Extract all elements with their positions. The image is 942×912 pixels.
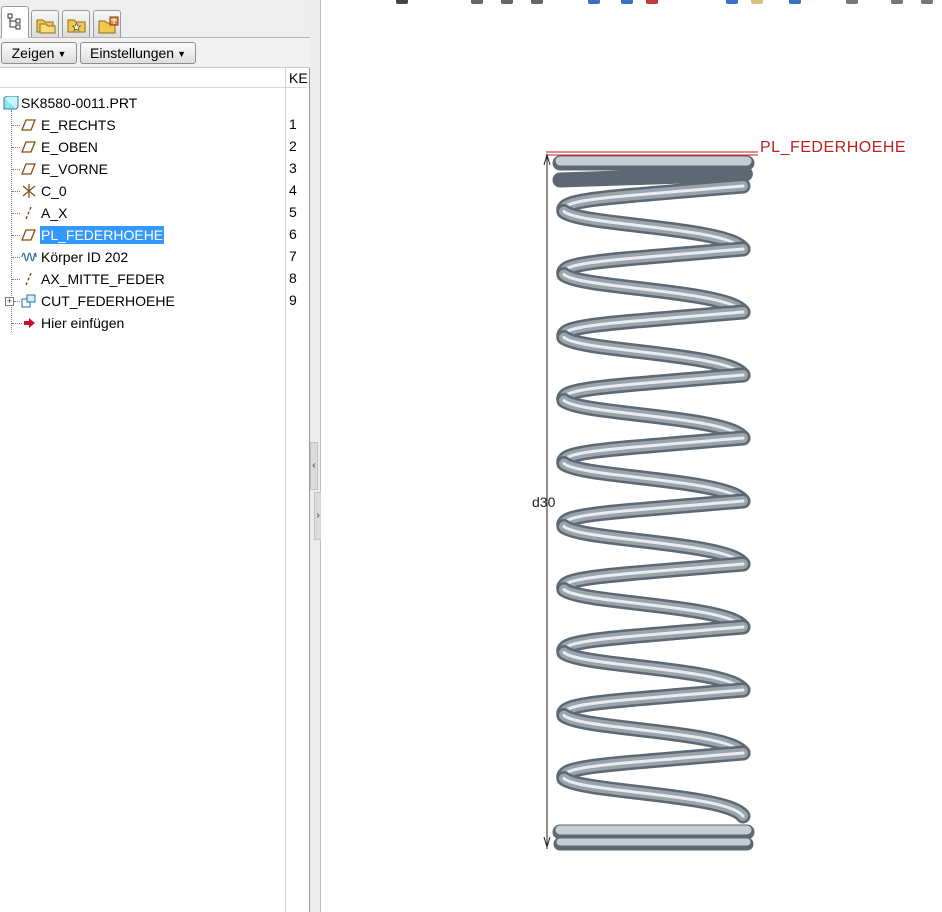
spring-model-view[interactable]	[0, 0, 942, 912]
datum-plane-label[interactable]: PL_FEDERHOEHE	[760, 139, 906, 157]
spring-coil-group[interactable]	[552, 155, 755, 851]
spring-coil	[552, 166, 753, 188]
dimension-label[interactable]: d30	[532, 494, 555, 510]
